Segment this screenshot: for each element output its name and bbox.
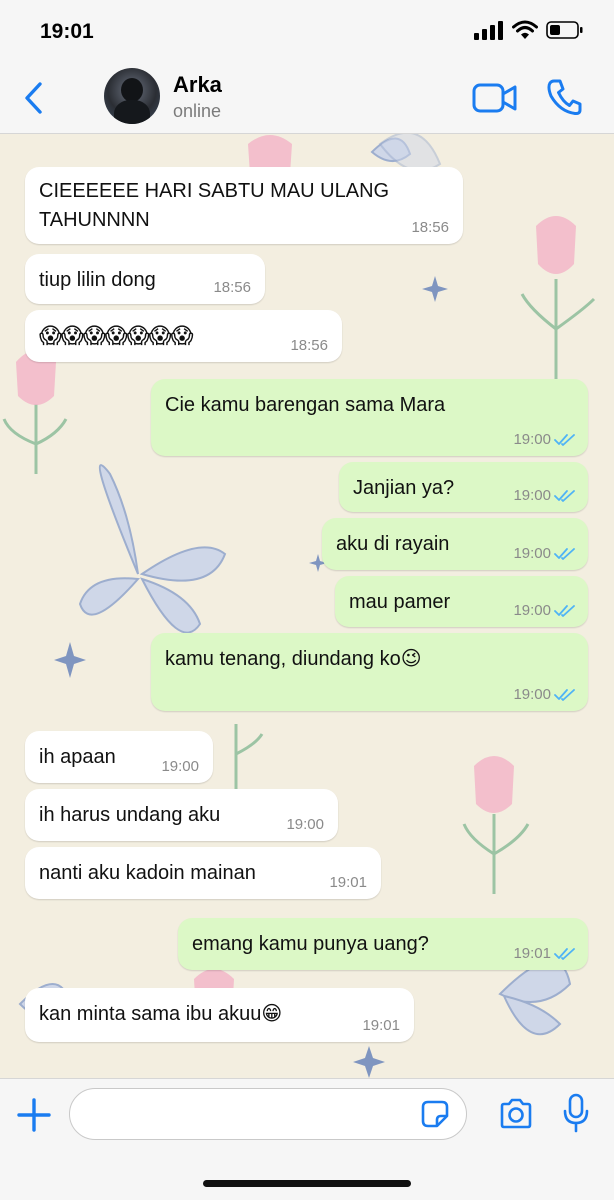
- plus-icon: [17, 1098, 51, 1132]
- status-bar: 19:01: [0, 0, 614, 62]
- avatar[interactable]: [104, 68, 160, 124]
- video-call-button[interactable]: [472, 82, 518, 114]
- message-time: 18:56: [213, 279, 251, 296]
- status-time: 19:01: [40, 20, 94, 43]
- message-text: tiup lilin dong: [39, 269, 156, 291]
- message-time: 19:00: [513, 602, 551, 619]
- message-time: 19:00: [513, 686, 551, 703]
- message-text: ih harus undang aku: [39, 804, 221, 826]
- message-bubble-outgoing[interactable]: kamu tenang, diundang ko😉 19:00: [151, 633, 588, 711]
- message-time: 19:00: [513, 487, 551, 504]
- message-text: mau pamer: [349, 591, 451, 613]
- back-chevron-icon: [25, 82, 42, 114]
- back-button[interactable]: [18, 78, 50, 118]
- message-bubble-incoming[interactable]: kan minta sama ibu akuu😁 19:01: [25, 988, 414, 1042]
- message-text: CIEEEEEE HARI SABTU MAU ULANG: [39, 180, 390, 202]
- message-bubble-outgoing[interactable]: Janjian ya? 19:00: [339, 462, 588, 512]
- contact-status: online: [173, 101, 222, 121]
- message-time: 18:56: [411, 219, 449, 236]
- message-time: 19:00: [513, 431, 551, 448]
- message-text: aku di rayain: [336, 533, 450, 555]
- status-icons: [474, 20, 584, 40]
- microphone-button[interactable]: [563, 1093, 589, 1133]
- chat-header: Arka online: [0, 62, 614, 134]
- home-indicator[interactable]: [203, 1180, 411, 1187]
- phone-icon: [547, 79, 582, 116]
- read-receipt-icon: [554, 547, 575, 560]
- microphone-icon: [563, 1093, 589, 1133]
- avatar-silhouette-head: [121, 78, 143, 102]
- message-text: Janjian ya?: [353, 477, 455, 499]
- message-time: 19:01: [362, 1017, 400, 1034]
- camera-button[interactable]: [498, 1097, 534, 1131]
- avatar-silhouette-body: [114, 100, 150, 124]
- message-text: emang kamu punya uang?: [192, 933, 429, 955]
- signal-icon: [474, 21, 503, 40]
- read-receipt-icon: [554, 688, 575, 701]
- message-time: 19:01: [329, 874, 367, 891]
- message-text: ih apaan: [39, 746, 116, 768]
- message-bubble-incoming[interactable]: ih apaan 19:00: [25, 731, 213, 783]
- video-call-icon: [472, 83, 517, 113]
- voice-call-button[interactable]: [546, 78, 582, 116]
- message-bubble-outgoing[interactable]: Cie kamu barengan sama Mara 19:00: [151, 379, 588, 456]
- wifi-icon: [512, 20, 538, 39]
- message-time: 19:00: [286, 816, 324, 833]
- message-bubble-incoming[interactable]: nanti aku kadoin mainan 19:01: [25, 847, 381, 899]
- message-text: kan minta sama ibu akuu😁: [39, 1003, 283, 1025]
- message-bubble-incoming[interactable]: CIEEEEEE HARI SABTU MAU ULANG TAHUNNNN 1…: [25, 167, 463, 244]
- message-input[interactable]: [69, 1088, 467, 1140]
- contact-name[interactable]: Arka: [173, 72, 222, 98]
- chat-area[interactable]: CIEEEEEE HARI SABTU MAU ULANG TAHUNNNN 1…: [0, 134, 614, 1078]
- message-text: 😱😱😱😱😱😱😱: [39, 323, 194, 348]
- message-text: TAHUNNNN: [39, 209, 150, 231]
- message-text: Cie kamu barengan sama Mara: [165, 394, 446, 416]
- message-time: 19:00: [513, 545, 551, 562]
- message-text: nanti aku kadoin mainan: [39, 862, 256, 884]
- message-bubble-incoming[interactable]: ih harus undang aku 19:00: [25, 789, 338, 841]
- read-receipt-icon: [554, 433, 575, 446]
- message-bubble-outgoing[interactable]: mau pamer 19:00: [335, 576, 588, 627]
- message-text: kamu tenang, diundang ko😉: [165, 648, 422, 670]
- read-receipt-icon: [554, 604, 575, 617]
- message-bubble-outgoing[interactable]: emang kamu punya uang? 19:01: [178, 918, 588, 970]
- attach-button[interactable]: [16, 1097, 52, 1133]
- message-time: 18:56: [290, 337, 328, 354]
- read-receipt-icon: [554, 947, 575, 960]
- message-time: 19:01: [513, 945, 551, 962]
- message-bubble-incoming[interactable]: 😱😱😱😱😱😱😱 18:56: [25, 310, 342, 362]
- sticker-button[interactable]: [420, 1099, 450, 1129]
- read-receipt-icon: [554, 489, 575, 502]
- sticker-icon: [421, 1100, 449, 1128]
- message-bubble-outgoing[interactable]: aku di rayain 19:00: [322, 518, 588, 570]
- battery-icon: [546, 21, 583, 39]
- camera-icon: [500, 1098, 532, 1129]
- message-time: 19:00: [161, 758, 199, 775]
- message-bubble-incoming[interactable]: tiup lilin dong 18:56: [25, 254, 265, 304]
